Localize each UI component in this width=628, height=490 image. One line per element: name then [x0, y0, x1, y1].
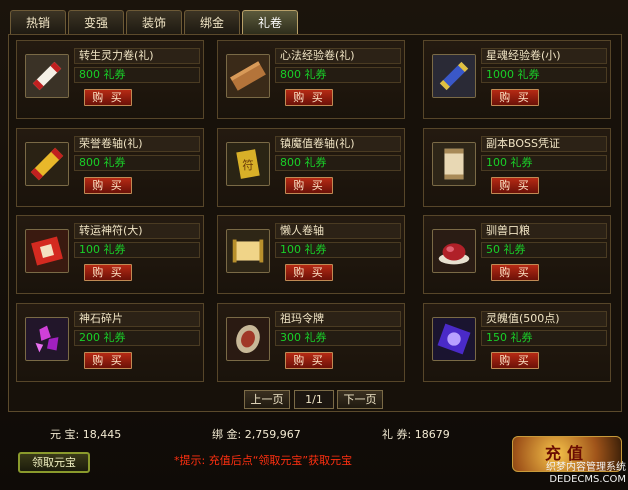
item-name: 副本BOSS凭证 — [481, 136, 607, 152]
meat-icon[interactable] — [432, 229, 476, 273]
shop-item-card: 灵魄值(500点) 150 礼券购 买 — [423, 303, 611, 382]
item-price: 100 礼券 — [74, 242, 200, 258]
buy-button[interactable]: 购 买 — [84, 264, 132, 281]
claim-yuanbao-button[interactable]: 领取元宝 — [18, 452, 90, 473]
yuanbao-status: 元 宝: 18,445 — [50, 426, 121, 442]
item-name: 转运神符(大) — [74, 223, 200, 239]
gem-shards-icon[interactable] — [25, 317, 69, 361]
bound-gold-status: 绑 金: 2,759,967 — [212, 426, 301, 442]
item-name: 转生灵力卷(礼) — [74, 48, 200, 64]
golden-scroll-icon[interactable] — [25, 142, 69, 186]
tab-strengthen[interactable]: 变强 — [68, 10, 124, 34]
buy-button[interactable]: 购 买 — [84, 352, 132, 369]
item-price: 800 礼券 — [74, 155, 200, 171]
item-name: 镇魔值卷轴(礼) — [275, 136, 401, 152]
purple-orb-icon[interactable] — [432, 317, 476, 361]
tab-decoration[interactable]: 装饰 — [126, 10, 182, 34]
talisman-icon[interactable]: 符 — [226, 142, 270, 186]
tab-bar: 热销 变强 装饰 绑金 礼卷 — [10, 10, 298, 34]
shop-item-card: 转生灵力卷(礼) 800 礼券购 买 — [16, 40, 204, 119]
item-price: 150 礼券 — [481, 330, 607, 346]
item-name: 神石碎片 — [74, 311, 200, 327]
buy-button[interactable]: 购 买 — [84, 89, 132, 106]
tab-bound-gold[interactable]: 绑金 — [184, 10, 240, 34]
item-price: 1000 礼券 — [481, 67, 607, 83]
item-price: 200 礼券 — [74, 330, 200, 346]
shop-item-card: 驯兽口粮 50 礼券购 买 — [423, 215, 611, 294]
shop-item-card: 转运神符(大) 100 礼券购 买 — [16, 215, 204, 294]
tab-gift-voucher[interactable]: 礼卷 — [242, 10, 298, 34]
yuanbao-value: 18,445 — [82, 428, 122, 441]
page-indicator: 1/1 — [294, 390, 334, 409]
buy-button[interactable]: 购 买 — [491, 264, 539, 281]
item-name: 荣誉卷轴(礼) — [74, 136, 200, 152]
watermark-text: 织梦内容管理系统 — [546, 462, 626, 473]
shop-item-card: 星魂经验卷(小) 1000 礼券购 买 — [423, 40, 611, 119]
shop-item-card: 心法经验卷(礼) 800 礼券购 买 — [217, 40, 405, 119]
item-name: 祖玛令牌 — [275, 311, 401, 327]
buy-button[interactable]: 购 买 — [285, 352, 333, 369]
buy-button[interactable]: 购 买 — [285, 177, 333, 194]
shop-item-card: 符 镇魔值卷轴(礼) 800 礼券购 买 — [217, 128, 405, 207]
item-name: 心法经验卷(礼) — [275, 48, 401, 64]
shop-item-card: 祖玛令牌 300 礼券购 买 — [217, 303, 405, 382]
open-scroll-icon[interactable] — [226, 229, 270, 273]
certificate-icon[interactable] — [432, 142, 476, 186]
item-grid-frame: 转生灵力卷(礼) 800 礼券购 买心法经验卷(礼) 800 礼券购 买星魂经验卷(… — [8, 34, 622, 412]
buy-button[interactable]: 购 买 — [285, 264, 333, 281]
bound-gold-value: 2,759,967 — [244, 428, 301, 441]
wood-scroll-icon[interactable] — [226, 54, 270, 98]
item-price: 300 礼券 — [275, 330, 401, 346]
yuanbao-label: 元 宝: — [50, 428, 80, 441]
item-price: 50 礼券 — [481, 242, 607, 258]
tab-hot[interactable]: 热销 — [10, 10, 66, 34]
shop-item-card: 懒人卷轴 100 礼券购 买 — [217, 215, 405, 294]
gift-voucher-label: 礼 券: — [382, 428, 412, 441]
shop-item-card: 神石碎片 200 礼券购 买 — [16, 303, 204, 382]
prev-page-button[interactable]: 上一页 — [244, 390, 290, 409]
shop-item-card: 副本BOSS凭证 100 礼券购 买 — [423, 128, 611, 207]
blue-scroll-icon[interactable] — [432, 54, 476, 98]
buy-button[interactable]: 购 买 — [491, 352, 539, 369]
scroll-icon[interactable] — [25, 54, 69, 98]
gift-voucher-status: 礼 券: 18679 — [382, 426, 450, 442]
watermark-url: DEDECMS.COM — [549, 474, 626, 485]
item-name: 星魂经验卷(小) — [481, 48, 607, 64]
item-price: 800 礼券 — [275, 155, 401, 171]
red-talisman-icon[interactable] — [25, 229, 69, 273]
svg-text:符: 符 — [242, 158, 253, 172]
item-price: 100 礼券 — [275, 242, 401, 258]
bound-gold-label: 绑 金: — [212, 428, 242, 441]
next-page-button[interactable]: 下一页 — [337, 390, 383, 409]
shop-window: 热销 变强 装饰 绑金 礼卷 转生灵力卷(礼) 800 礼券购 买心法经验卷(礼)… — [0, 0, 628, 490]
item-price: 800 礼券 — [74, 67, 200, 83]
item-price: 100 礼券 — [481, 155, 607, 171]
buy-button[interactable]: 购 买 — [491, 177, 539, 194]
buy-button[interactable]: 购 买 — [491, 89, 539, 106]
item-name: 懒人卷轴 — [275, 223, 401, 239]
buy-button[interactable]: 购 买 — [84, 177, 132, 194]
gift-voucher-value: 18679 — [414, 428, 450, 441]
buy-button[interactable]: 购 买 — [285, 89, 333, 106]
item-name: 驯兽口粮 — [481, 223, 607, 239]
recharge-tip: *提示: 充值后点“领取元宝”获取元宝 — [174, 454, 353, 467]
token-icon[interactable] — [226, 317, 270, 361]
shop-item-card: 荣誉卷轴(礼) 800 礼券购 买 — [16, 128, 204, 207]
item-name: 灵魄值(500点) — [481, 311, 607, 327]
item-price: 800 礼券 — [275, 67, 401, 83]
